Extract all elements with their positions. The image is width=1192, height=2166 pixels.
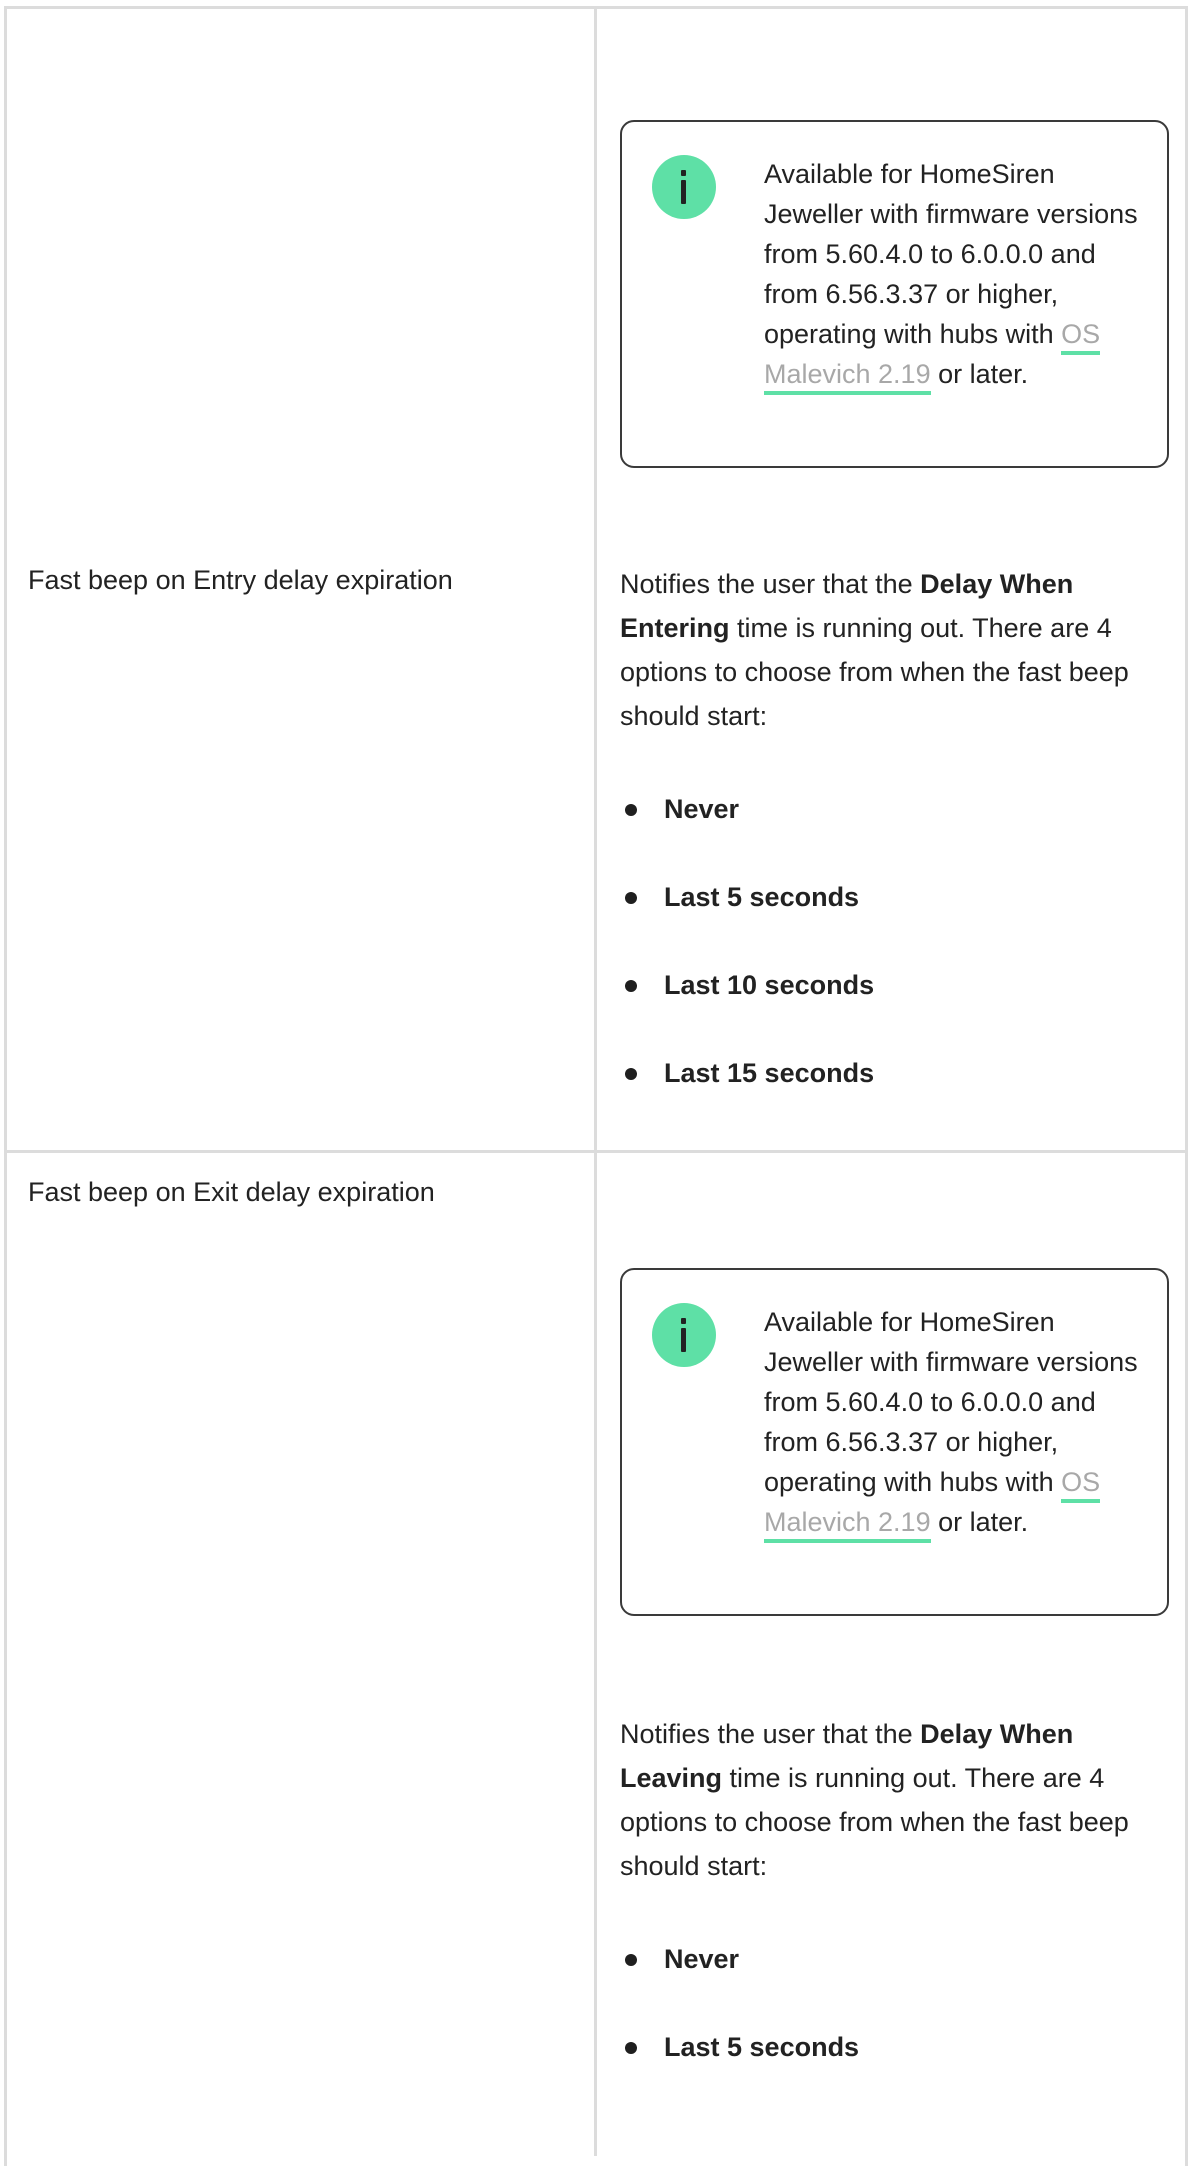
- row-divider: [4, 1150, 1188, 1153]
- info-icon: [652, 1303, 716, 1367]
- info-note: Available for HomeSiren Jeweller with fi…: [620, 120, 1169, 468]
- info-note-text: Available for HomeSiren Jeweller with fi…: [764, 1302, 1144, 1543]
- param-entry-delay-beep: Fast beep on Entry delay expiration: [28, 565, 453, 595]
- param-exit-delay-beep: Fast beep on Exit delay expiration: [28, 1177, 435, 1207]
- column-divider: [594, 6, 597, 2156]
- exit-description: Notifies the user that the Delay When Le…: [620, 1719, 1129, 1881]
- info-icon: [652, 155, 716, 219]
- info-note-text: Available for HomeSiren Jeweller with fi…: [764, 154, 1144, 395]
- entry-description: Notifies the user that the Delay When En…: [620, 569, 1129, 731]
- info-note: Available for HomeSiren Jeweller with fi…: [620, 1268, 1169, 1616]
